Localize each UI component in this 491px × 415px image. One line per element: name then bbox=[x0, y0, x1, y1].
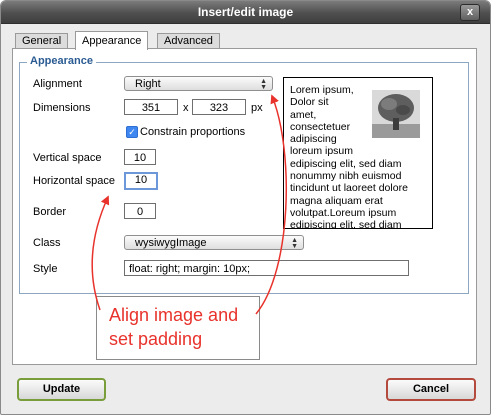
dimension-unit: px bbox=[251, 102, 263, 114]
select-arrows-icon: ▲ ▼ bbox=[291, 237, 298, 250]
style-input[interactable]: float: right; margin: 10px; bbox=[124, 260, 409, 276]
width-input[interactable]: 351 bbox=[124, 99, 178, 115]
select-arrows-icon: ▲ ▼ bbox=[260, 78, 267, 91]
tab-appearance[interactable]: Appearance bbox=[75, 31, 149, 50]
dimensions-label: Dimensions bbox=[33, 102, 91, 114]
class-select[interactable]: wysiwygImage ▲ ▼ bbox=[124, 235, 304, 250]
horizontal-space-label: Horizontal space bbox=[33, 175, 115, 187]
tab-general[interactable]: General bbox=[15, 33, 69, 49]
class-label: Class bbox=[33, 237, 61, 249]
vertical-space-label: Vertical space bbox=[33, 152, 102, 164]
border-label: Border bbox=[33, 206, 67, 218]
alignment-select[interactable]: Right ▲ ▼ bbox=[124, 76, 273, 91]
callout-line: set padding bbox=[109, 329, 203, 349]
alignment-label: Alignment bbox=[33, 78, 82, 90]
constrain-checkbox[interactable]: ✓ bbox=[126, 126, 138, 138]
update-button[interactable]: Update bbox=[17, 378, 106, 401]
title-bar[interactable]: Insert/edit image x bbox=[1, 1, 490, 24]
height-input[interactable]: 323 bbox=[192, 99, 246, 115]
vertical-space-input[interactable]: 10 bbox=[124, 149, 156, 165]
alignment-value: Right bbox=[135, 78, 161, 90]
callout-line: Align image and bbox=[109, 305, 239, 325]
preview-line: edipiscing elit, sed diam bbox=[290, 157, 402, 170]
preview-line: volutpat.Loreum ipsum bbox=[290, 206, 397, 219]
preview-line: tincidunt ut laoreet dolore bbox=[290, 182, 408, 195]
tab-advanced[interactable]: Advanced bbox=[157, 33, 220, 49]
dialog-title: Insert/edit image bbox=[197, 5, 294, 19]
tree-image-icon bbox=[372, 90, 420, 138]
preview-line: nonummy nibh euismod bbox=[290, 170, 402, 183]
preview-line: loreum ipsum bbox=[290, 145, 354, 158]
border-input[interactable]: 0 bbox=[124, 203, 156, 219]
close-button[interactable]: x bbox=[460, 4, 480, 21]
preview-line: edipiscing elit, sed diam bbox=[290, 219, 402, 229]
horizontal-space-input[interactable]: 10 bbox=[124, 172, 158, 190]
dimension-separator: x bbox=[183, 102, 189, 114]
style-label: Style bbox=[33, 263, 58, 275]
image-preview: Lorem ipsum, Dolor sit amet, consectetue… bbox=[283, 77, 433, 229]
appearance-legend: Appearance bbox=[27, 55, 96, 67]
class-value: wysiwygImage bbox=[135, 237, 207, 249]
constrain-label: Constrain proportions bbox=[140, 126, 246, 138]
cancel-button[interactable]: Cancel bbox=[386, 378, 476, 401]
annotation-callout: Align image and set padding bbox=[96, 296, 260, 360]
preview-line: magna aliquam erat bbox=[290, 194, 383, 207]
